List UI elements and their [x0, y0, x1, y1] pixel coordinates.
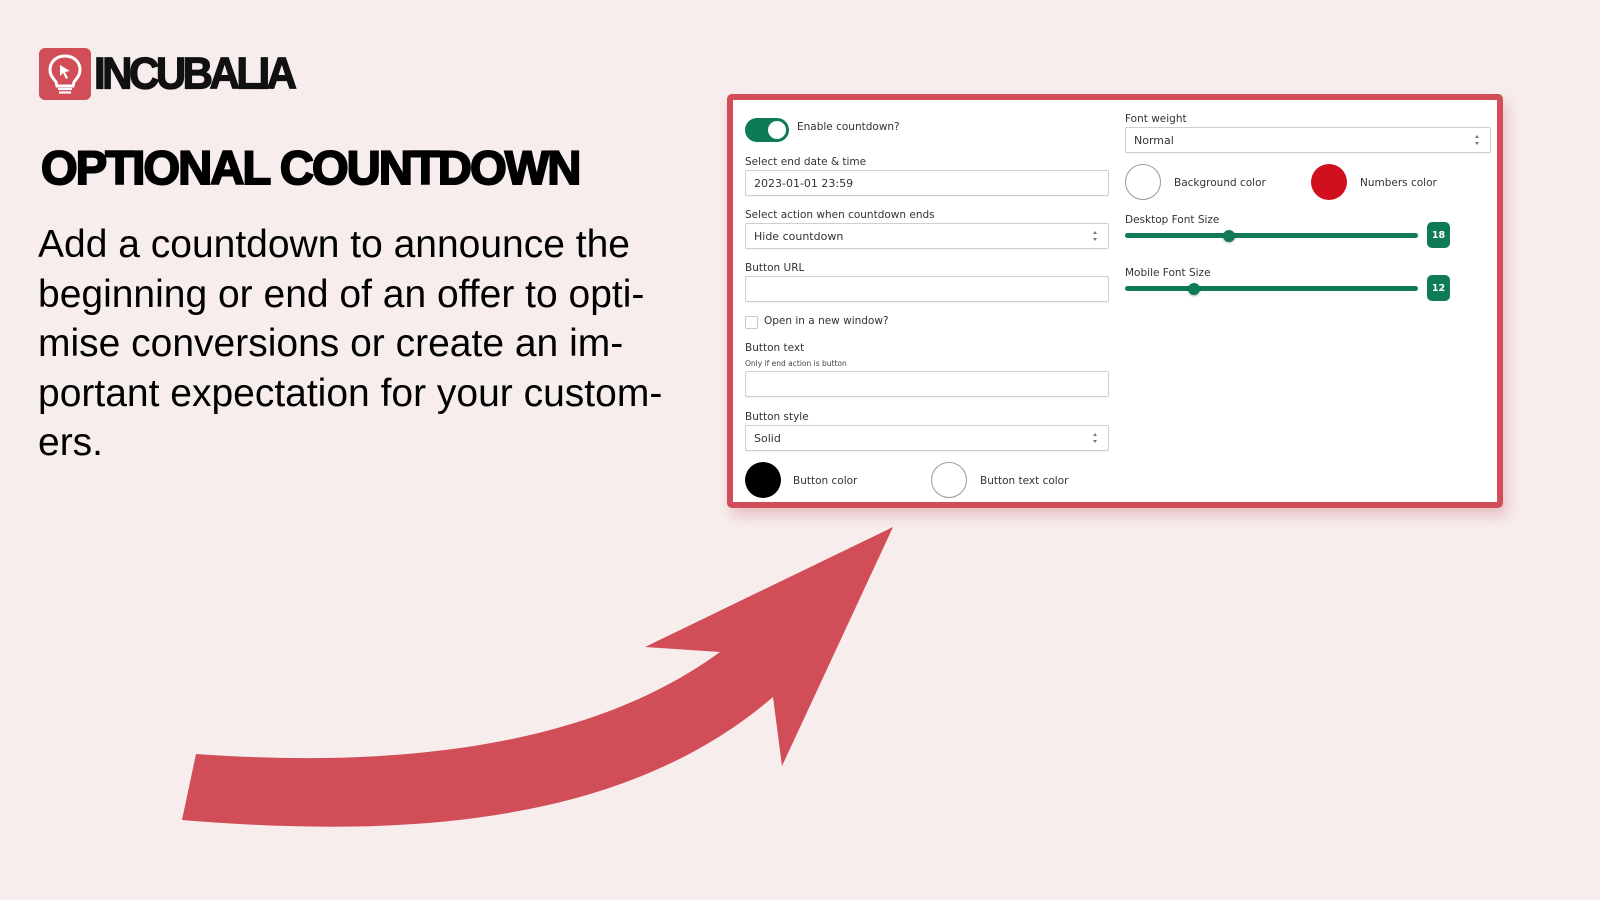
button-text-input[interactable]	[745, 371, 1109, 397]
end-datetime-label: Select end date & time	[745, 156, 867, 168]
desktop-font-size-label: Desktop Font Size	[1125, 214, 1220, 226]
desktop-font-size-slider[interactable]	[1125, 229, 1418, 242]
brand-name: INCUBALIA	[93, 48, 297, 99]
end-datetime-input[interactable]: 2023-01-01 23:59	[745, 170, 1109, 196]
font-weight-label: Font weight	[1125, 113, 1187, 125]
mobile-font-size-thumb[interactable]	[1187, 282, 1200, 295]
button-url-label: Button URL	[745, 262, 805, 274]
enable-countdown-label: Enable countdown?	[797, 121, 900, 133]
button-style-value: Solid	[754, 431, 781, 445]
select-arrows-icon	[1092, 231, 1098, 241]
numbers-color-swatch[interactable]	[1311, 164, 1347, 200]
button-text-hint: Only if end action is button	[745, 359, 847, 368]
button-color-swatch[interactable]	[745, 462, 781, 498]
end-action-label: Select action when countdown ends	[745, 209, 935, 221]
mobile-font-size-value: 12	[1427, 275, 1450, 301]
desktop-font-size-value: 18	[1427, 222, 1450, 248]
end-action-value: Hide countdown	[754, 229, 844, 243]
button-text-color-label: Button text color	[980, 475, 1069, 487]
button-url-input[interactable]	[745, 276, 1109, 302]
description-line: Add a countdown to announce the	[38, 223, 630, 266]
background-color-swatch[interactable]	[1125, 164, 1161, 200]
button-color-label: Button color	[793, 475, 858, 487]
description-line: ers.	[38, 421, 104, 464]
description-line: beginning or end of an offer to opti-	[38, 272, 645, 316]
button-style-label: Button style	[745, 411, 809, 423]
button-text-label: Button text	[745, 342, 805, 354]
font-weight-value: Normal	[1134, 133, 1174, 147]
page-title: OPTIONAL COUNTDOWN	[40, 140, 582, 195]
button-style-select[interactable]: Solid	[745, 425, 1109, 451]
select-arrows-icon	[1092, 433, 1098, 443]
end-datetime-value: 2023-01-01 23:59	[754, 176, 854, 190]
open-new-window-checkbox[interactable]	[745, 316, 758, 329]
background-color-label: Background color	[1174, 177, 1266, 189]
open-new-window-label: Open in a new window?	[764, 315, 889, 327]
brand-logo: INCUBALIA	[39, 48, 298, 100]
numbers-color-label: Numbers color	[1360, 177, 1437, 189]
select-arrows-icon	[1474, 135, 1480, 145]
desktop-font-size-thumb[interactable]	[1223, 229, 1235, 242]
mobile-font-size-label: Mobile Font Size	[1125, 267, 1211, 279]
enable-countdown-toggle[interactable]	[745, 118, 789, 142]
description-line: portant expectation for your custom-	[38, 371, 663, 415]
countdown-settings-panel: Enable countdown? Select end date & time…	[727, 94, 1503, 508]
description-line: mise conversions or create an im-	[38, 322, 624, 365]
lightbulb-cursor-icon	[39, 48, 91, 100]
font-weight-select[interactable]: Normal	[1125, 127, 1491, 153]
button-text-color-swatch[interactable]	[931, 462, 967, 498]
feature-description: Add a countdown to announce the beginnin…	[38, 220, 718, 468]
end-action-select[interactable]: Hide countdown	[745, 223, 1109, 249]
mobile-font-size-slider[interactable]	[1125, 282, 1418, 295]
